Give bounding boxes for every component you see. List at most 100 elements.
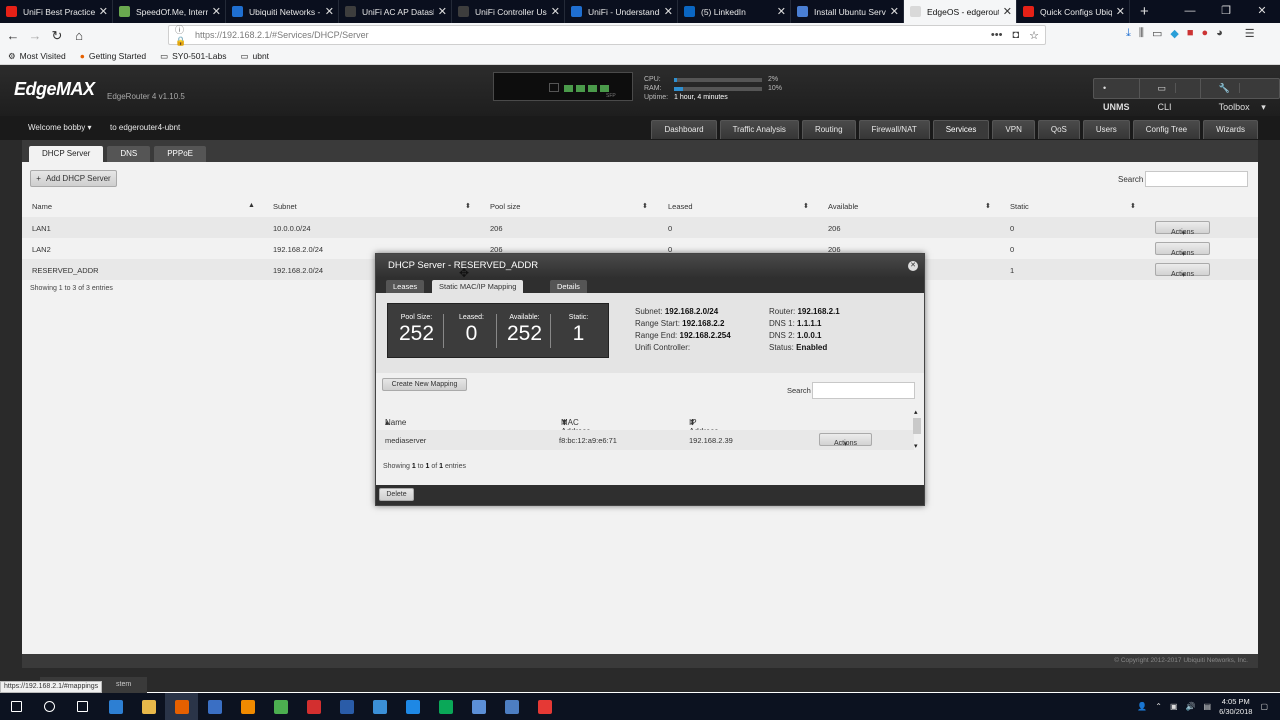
nav-config-tree[interactable]: Config Tree (1132, 120, 1201, 139)
sort-icon[interactable]: ⬍ (985, 202, 991, 210)
powershell-icon[interactable] (330, 693, 363, 720)
nav-firewall-nat[interactable]: Firewall/NAT (858, 120, 930, 139)
nav-qos[interactable]: QoS (1037, 120, 1080, 139)
tab-dhcp-server[interactable]: DHCP Server (29, 146, 104, 162)
app-icon[interactable] (528, 693, 561, 720)
virtualbox-icon[interactable] (495, 693, 528, 720)
mapping-scrollbar[interactable]: ▴ ▾ (913, 408, 923, 452)
app-icon[interactable] (198, 693, 231, 720)
pdf-icon[interactable] (297, 693, 330, 720)
col-static[interactable]: Static (1010, 202, 1029, 211)
chevron-up-icon[interactable]: ⌃ (1155, 702, 1162, 711)
nav-vpn[interactable]: VPN (992, 120, 1035, 139)
close-tab-icon[interactable]: ✕ (777, 5, 786, 18)
nav-services[interactable]: Services (932, 120, 990, 139)
back-icon[interactable]: ← (2, 28, 24, 43)
windows-start-icon[interactable] (0, 693, 33, 720)
browser-tab[interactable]: UniFi - Understandin ✕ (565, 0, 678, 23)
close-window-icon[interactable]: ✕ (1244, 0, 1280, 23)
tab-pppoe[interactable]: PPPoE (154, 146, 206, 162)
bookmark-most-visited[interactable]: ⚙ Most Visited (8, 51, 66, 62)
extension-icon[interactable]: ◆ (1170, 27, 1178, 40)
app-icon[interactable] (396, 693, 429, 720)
browser-tab[interactable]: (5) LinkedIn ✕ (678, 0, 791, 23)
toolbox-button[interactable]: 🔧 Toolbox ▾ (1201, 79, 1279, 112)
pocket-icon[interactable]: ◘ (1012, 29, 1019, 42)
close-icon[interactable]: ✕ (908, 261, 918, 271)
browser-tab[interactable]: Quick Configs Ubiqu ✕ (1017, 0, 1130, 23)
actions-button[interactable]: Actions ▾ (1155, 242, 1210, 258)
close-tab-icon[interactable]: ✕ (438, 5, 447, 18)
actions-button[interactable]: Actions ▾ (1155, 263, 1210, 279)
add-dhcp-server-button[interactable]: + Add DHCP Server (30, 170, 117, 187)
nav-users[interactable]: Users (1082, 120, 1130, 139)
welcome-menu[interactable]: Welcome bobby ▾ (28, 123, 91, 132)
network-icon[interactable]: ▣ (1170, 702, 1178, 711)
col-available[interactable]: Available (828, 202, 858, 211)
file-explorer-icon[interactable] (132, 693, 165, 720)
bookmark-getting-started[interactable]: ● Getting Started (80, 51, 146, 61)
notifications-icon[interactable]: ▢ (1260, 702, 1268, 711)
nav-dashboard[interactable]: Dashboard (651, 120, 717, 139)
keyboard-icon[interactable]: ▤ (1204, 702, 1212, 711)
address-bar[interactable]: ⓘ🔒 https://192.168.2.1/#Services/DHCP/Se… (168, 23, 1046, 47)
menu-icon[interactable]: ☰ (1245, 27, 1255, 40)
col-leased[interactable]: Leased (668, 202, 693, 211)
create-mapping-button[interactable]: Create New Mapping (382, 378, 467, 391)
app-icon[interactable] (429, 693, 462, 720)
tab-static-mapping[interactable]: Static MAC/IP Mapping (432, 280, 524, 293)
extension-icon[interactable]: ◕ (1216, 27, 1223, 40)
nav-routing[interactable]: Routing (801, 120, 856, 139)
minimize-icon[interactable]: — (1172, 0, 1208, 23)
col-name[interactable]: Name (32, 202, 52, 211)
edge-icon[interactable] (99, 693, 132, 720)
browser-tab[interactable]: Install Ubuntu Server ✕ (791, 0, 904, 23)
firefox-icon[interactable] (165, 693, 198, 720)
close-tab-icon[interactable]: ✕ (551, 5, 560, 18)
volume-icon[interactable]: 🔊 (1186, 702, 1196, 711)
lock-icon[interactable]: ⓘ🔒 (175, 23, 195, 47)
sort-icon[interactable]: ⬍ (465, 202, 471, 210)
delete-button[interactable]: Delete (379, 488, 414, 501)
tab-leases[interactable]: Leases (386, 280, 425, 293)
scroll-down-icon[interactable]: ▾ (914, 442, 918, 450)
mapping-actions-button[interactable]: Actions ▾ (819, 433, 872, 448)
library-icon[interactable]: ⫼ (1139, 27, 1144, 40)
close-tab-icon[interactable]: ✕ (325, 5, 334, 18)
vlc-icon[interactable] (231, 693, 264, 720)
chrome-icon[interactable] (264, 693, 297, 720)
sort-icon[interactable]: ⬍ (1130, 202, 1136, 210)
extension-icon[interactable]: ■ (1187, 27, 1194, 40)
actions-button[interactable]: Actions ▾ (1155, 221, 1210, 237)
bookmark-star-icon[interactable]: ☆ (1029, 29, 1039, 42)
download-icon[interactable]: ⤓ (1126, 27, 1131, 40)
browser-tab[interactable]: UniFi Controller User Gui ✕ (452, 0, 565, 23)
app-icon[interactable] (363, 693, 396, 720)
col-subnet[interactable]: Subnet (273, 202, 297, 211)
table-row[interactable]: mediaserver f8:bc:12:a9:e6:71 192.168.2.… (376, 430, 914, 450)
browser-tab[interactable]: Ubiquiti Networks - U ✕ (226, 0, 339, 23)
scroll-up-icon[interactable]: ▴ (914, 408, 918, 416)
close-tab-icon[interactable]: ✕ (1116, 5, 1125, 18)
home-icon[interactable]: ⌂ (68, 28, 90, 43)
nav-wizards[interactable]: Wizards (1203, 120, 1258, 139)
browser-tab[interactable]: UniFi AC AP Datasheet ✕ (339, 0, 452, 23)
close-tab-icon[interactable]: ✕ (890, 5, 899, 18)
new-tab-button[interactable]: + (1130, 0, 1159, 23)
restore-icon[interactable]: ❐ (1208, 0, 1244, 23)
close-tab-icon[interactable]: ✕ (664, 5, 673, 18)
tab-details[interactable]: Details (550, 280, 587, 293)
clock[interactable]: 4:05 PM 6/30/2018 (1219, 697, 1252, 717)
browser-tab[interactable]: SpeedOf.Me, Internet ✕ (113, 0, 226, 23)
table-row[interactable]: LAN1 10.0.0.0/24 206 0 206 0 Actions ▾ (22, 217, 1258, 238)
task-view-icon[interactable] (66, 693, 99, 720)
browser-tab[interactable]: UniFi Best Practices | ✕ (0, 0, 113, 23)
sort-icon[interactable]: ⬍ (642, 202, 648, 210)
search-icon[interactable] (33, 693, 66, 720)
extension-icon[interactable]: ● (1201, 27, 1208, 40)
col-pool-size[interactable]: Pool size (490, 202, 520, 211)
unms-button[interactable]: • UNMS (1094, 79, 1140, 112)
bookmark-sy0-501-labs[interactable]: ▭ SY0-501-Labs (160, 51, 226, 62)
page-actions-icon[interactable]: ••• (991, 29, 1003, 42)
sort-asc-icon[interactable]: ▲ (248, 202, 255, 209)
